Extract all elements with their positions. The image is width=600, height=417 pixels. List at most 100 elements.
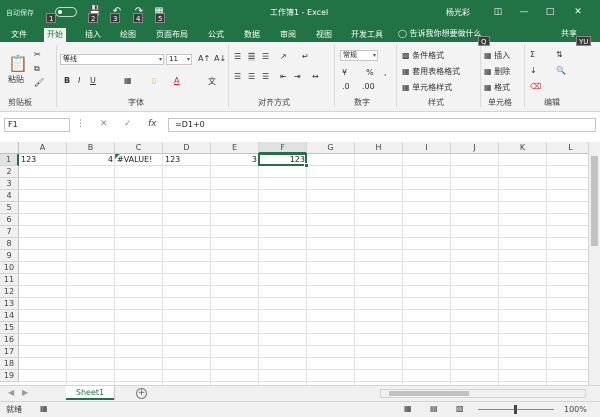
- next-sheet-icon[interactable]: ▶: [22, 388, 28, 397]
- row-header[interactable]: 3: [0, 178, 19, 190]
- row-header[interactable]: 12: [0, 286, 19, 298]
- cell-d1[interactable]: 123: [163, 154, 211, 166]
- tab-file[interactable]: 文件: [8, 28, 30, 42]
- column-header[interactable]: H: [355, 142, 403, 154]
- column-header[interactable]: B: [67, 142, 115, 154]
- insert-function-icon[interactable]: fx: [148, 119, 157, 129]
- tab-formulas[interactable]: 公式: [205, 28, 227, 42]
- merge-center-icon[interactable]: ↔: [312, 72, 319, 81]
- add-sheet-icon[interactable]: +: [136, 388, 147, 399]
- align-middle-icon[interactable]: ☰: [248, 52, 256, 61]
- cut-icon[interactable]: ✂: [34, 50, 41, 59]
- share-button[interactable]: 共享: [561, 28, 577, 39]
- prev-sheet-icon[interactable]: ◀: [8, 388, 14, 397]
- orientation-icon[interactable]: ↗: [280, 52, 287, 61]
- phonetic-icon[interactable]: 文: [208, 76, 216, 87]
- horizontal-scrollbar[interactable]: [380, 389, 586, 398]
- tab-review[interactable]: 审阅: [277, 28, 299, 42]
- macro-record-icon[interactable]: ▦: [40, 404, 48, 413]
- row-header[interactable]: 1: [0, 154, 19, 166]
- column-header[interactable]: D: [163, 142, 211, 154]
- sheet-tab[interactable]: Sheet1: [66, 386, 114, 400]
- fill-handle[interactable]: [304, 163, 309, 168]
- more-icon[interactable]: ⋮: [76, 119, 85, 129]
- error-indicator-icon[interactable]: [115, 154, 120, 159]
- tab-home[interactable]: 开始: [44, 28, 66, 42]
- format-painter-icon[interactable]: 🖌: [34, 78, 44, 87]
- tab-data[interactable]: 数据: [241, 28, 263, 42]
- row-header[interactable]: 6: [0, 214, 19, 226]
- select-all-corner[interactable]: [0, 142, 19, 154]
- page-break-view-icon[interactable]: ▧: [456, 404, 464, 413]
- insert-cells-button[interactable]: ▦ 插入: [484, 50, 510, 61]
- row-header[interactable]: 18: [0, 358, 19, 370]
- column-header[interactable]: L: [547, 142, 588, 154]
- cell-styles-button[interactable]: ▦ 单元格样式: [402, 82, 452, 93]
- column-header[interactable]: K: [499, 142, 547, 154]
- ribbon-display-icon[interactable]: ◫: [490, 5, 506, 19]
- number-format-select[interactable]: 常规: [340, 50, 378, 61]
- minimize-icon[interactable]: —: [516, 5, 532, 19]
- comma-style-icon[interactable]: ,: [384, 68, 387, 77]
- worksheet-grid[interactable]: A B C D E F G H I J K L 1 2 3 4 5 6 7 8 9 10 11 12 13 14 15 16 17 18 1…: [0, 142, 588, 385]
- font-name-select[interactable]: 等线: [60, 54, 164, 65]
- name-box[interactable]: F1: [4, 118, 70, 132]
- italic-icon[interactable]: I: [78, 76, 80, 85]
- find-select-icon[interactable]: 🔍: [556, 66, 566, 75]
- scroll-thumb[interactable]: [591, 156, 598, 246]
- row-header[interactable]: 10: [0, 262, 19, 274]
- column-header[interactable]: J: [451, 142, 499, 154]
- scroll-thumb[interactable]: [389, 391, 469, 396]
- row-header[interactable]: 13: [0, 298, 19, 310]
- row-header[interactable]: 11: [0, 274, 19, 286]
- zoom-level[interactable]: 100%: [564, 405, 587, 414]
- column-header[interactable]: A: [19, 142, 67, 154]
- cell-a1[interactable]: 123: [19, 154, 67, 166]
- tab-view[interactable]: 视图: [313, 28, 335, 42]
- row-header[interactable]: 17: [0, 346, 19, 358]
- decrease-indent-icon[interactable]: ⇤: [280, 72, 287, 81]
- align-center-icon[interactable]: ☰: [248, 72, 255, 81]
- paste-button[interactable]: 粘贴: [8, 74, 24, 85]
- row-header[interactable]: 5: [0, 202, 19, 214]
- tab-page-layout[interactable]: 页面布局: [153, 28, 191, 42]
- autosum-icon[interactable]: Σ: [530, 50, 535, 59]
- formula-input[interactable]: =D1+0: [168, 118, 596, 132]
- row-header[interactable]: 9: [0, 250, 19, 262]
- increase-indent-icon[interactable]: ⇥: [294, 72, 301, 81]
- row-header[interactable]: 4: [0, 190, 19, 202]
- column-header[interactable]: I: [403, 142, 451, 154]
- fill-icon[interactable]: ↓: [530, 66, 537, 75]
- row-header[interactable]: 2: [0, 166, 19, 178]
- cell-b1[interactable]: 4: [67, 154, 115, 166]
- row-header[interactable]: 14: [0, 310, 19, 322]
- wrap-text-icon[interactable]: ↵: [302, 52, 309, 61]
- row-header[interactable]: 7: [0, 226, 19, 238]
- format-cells-button[interactable]: ▦ 格式: [484, 82, 510, 93]
- close-icon[interactable]: ✕: [570, 5, 586, 19]
- font-color-icon[interactable]: A: [174, 76, 179, 85]
- decrease-decimal-icon[interactable]: .00: [362, 82, 375, 91]
- shrink-font-icon[interactable]: A↓: [214, 54, 226, 63]
- tab-draw[interactable]: 绘图: [117, 28, 139, 42]
- cell-e1[interactable]: 3: [211, 154, 259, 166]
- bold-icon[interactable]: B: [64, 76, 70, 85]
- vertical-scrollbar[interactable]: [588, 142, 600, 385]
- column-header[interactable]: E: [211, 142, 259, 154]
- maximize-icon[interactable]: □: [542, 5, 558, 19]
- percent-icon[interactable]: %: [366, 68, 374, 77]
- row-header[interactable]: 16: [0, 334, 19, 346]
- align-bottom-icon[interactable]: ☰: [262, 52, 269, 61]
- borders-icon[interactable]: ▦: [124, 76, 132, 85]
- enter-icon[interactable]: ✓: [124, 119, 132, 129]
- delete-cells-button[interactable]: ▦ 删除: [484, 66, 510, 77]
- cell-c1[interactable]: #VALUE!: [115, 154, 163, 166]
- conditional-format-button[interactable]: ▩ 条件格式: [402, 50, 444, 61]
- align-top-icon[interactable]: ☰: [234, 52, 241, 61]
- row-header[interactable]: 15: [0, 322, 19, 334]
- copy-icon[interactable]: ⧉: [34, 64, 40, 74]
- clear-icon[interactable]: ⌫: [530, 82, 541, 91]
- tell-me-search[interactable]: ◯ 告诉我你想要做什么: [398, 28, 482, 39]
- font-size-select[interactable]: 11: [166, 54, 192, 65]
- align-right-icon[interactable]: ☰: [262, 72, 269, 81]
